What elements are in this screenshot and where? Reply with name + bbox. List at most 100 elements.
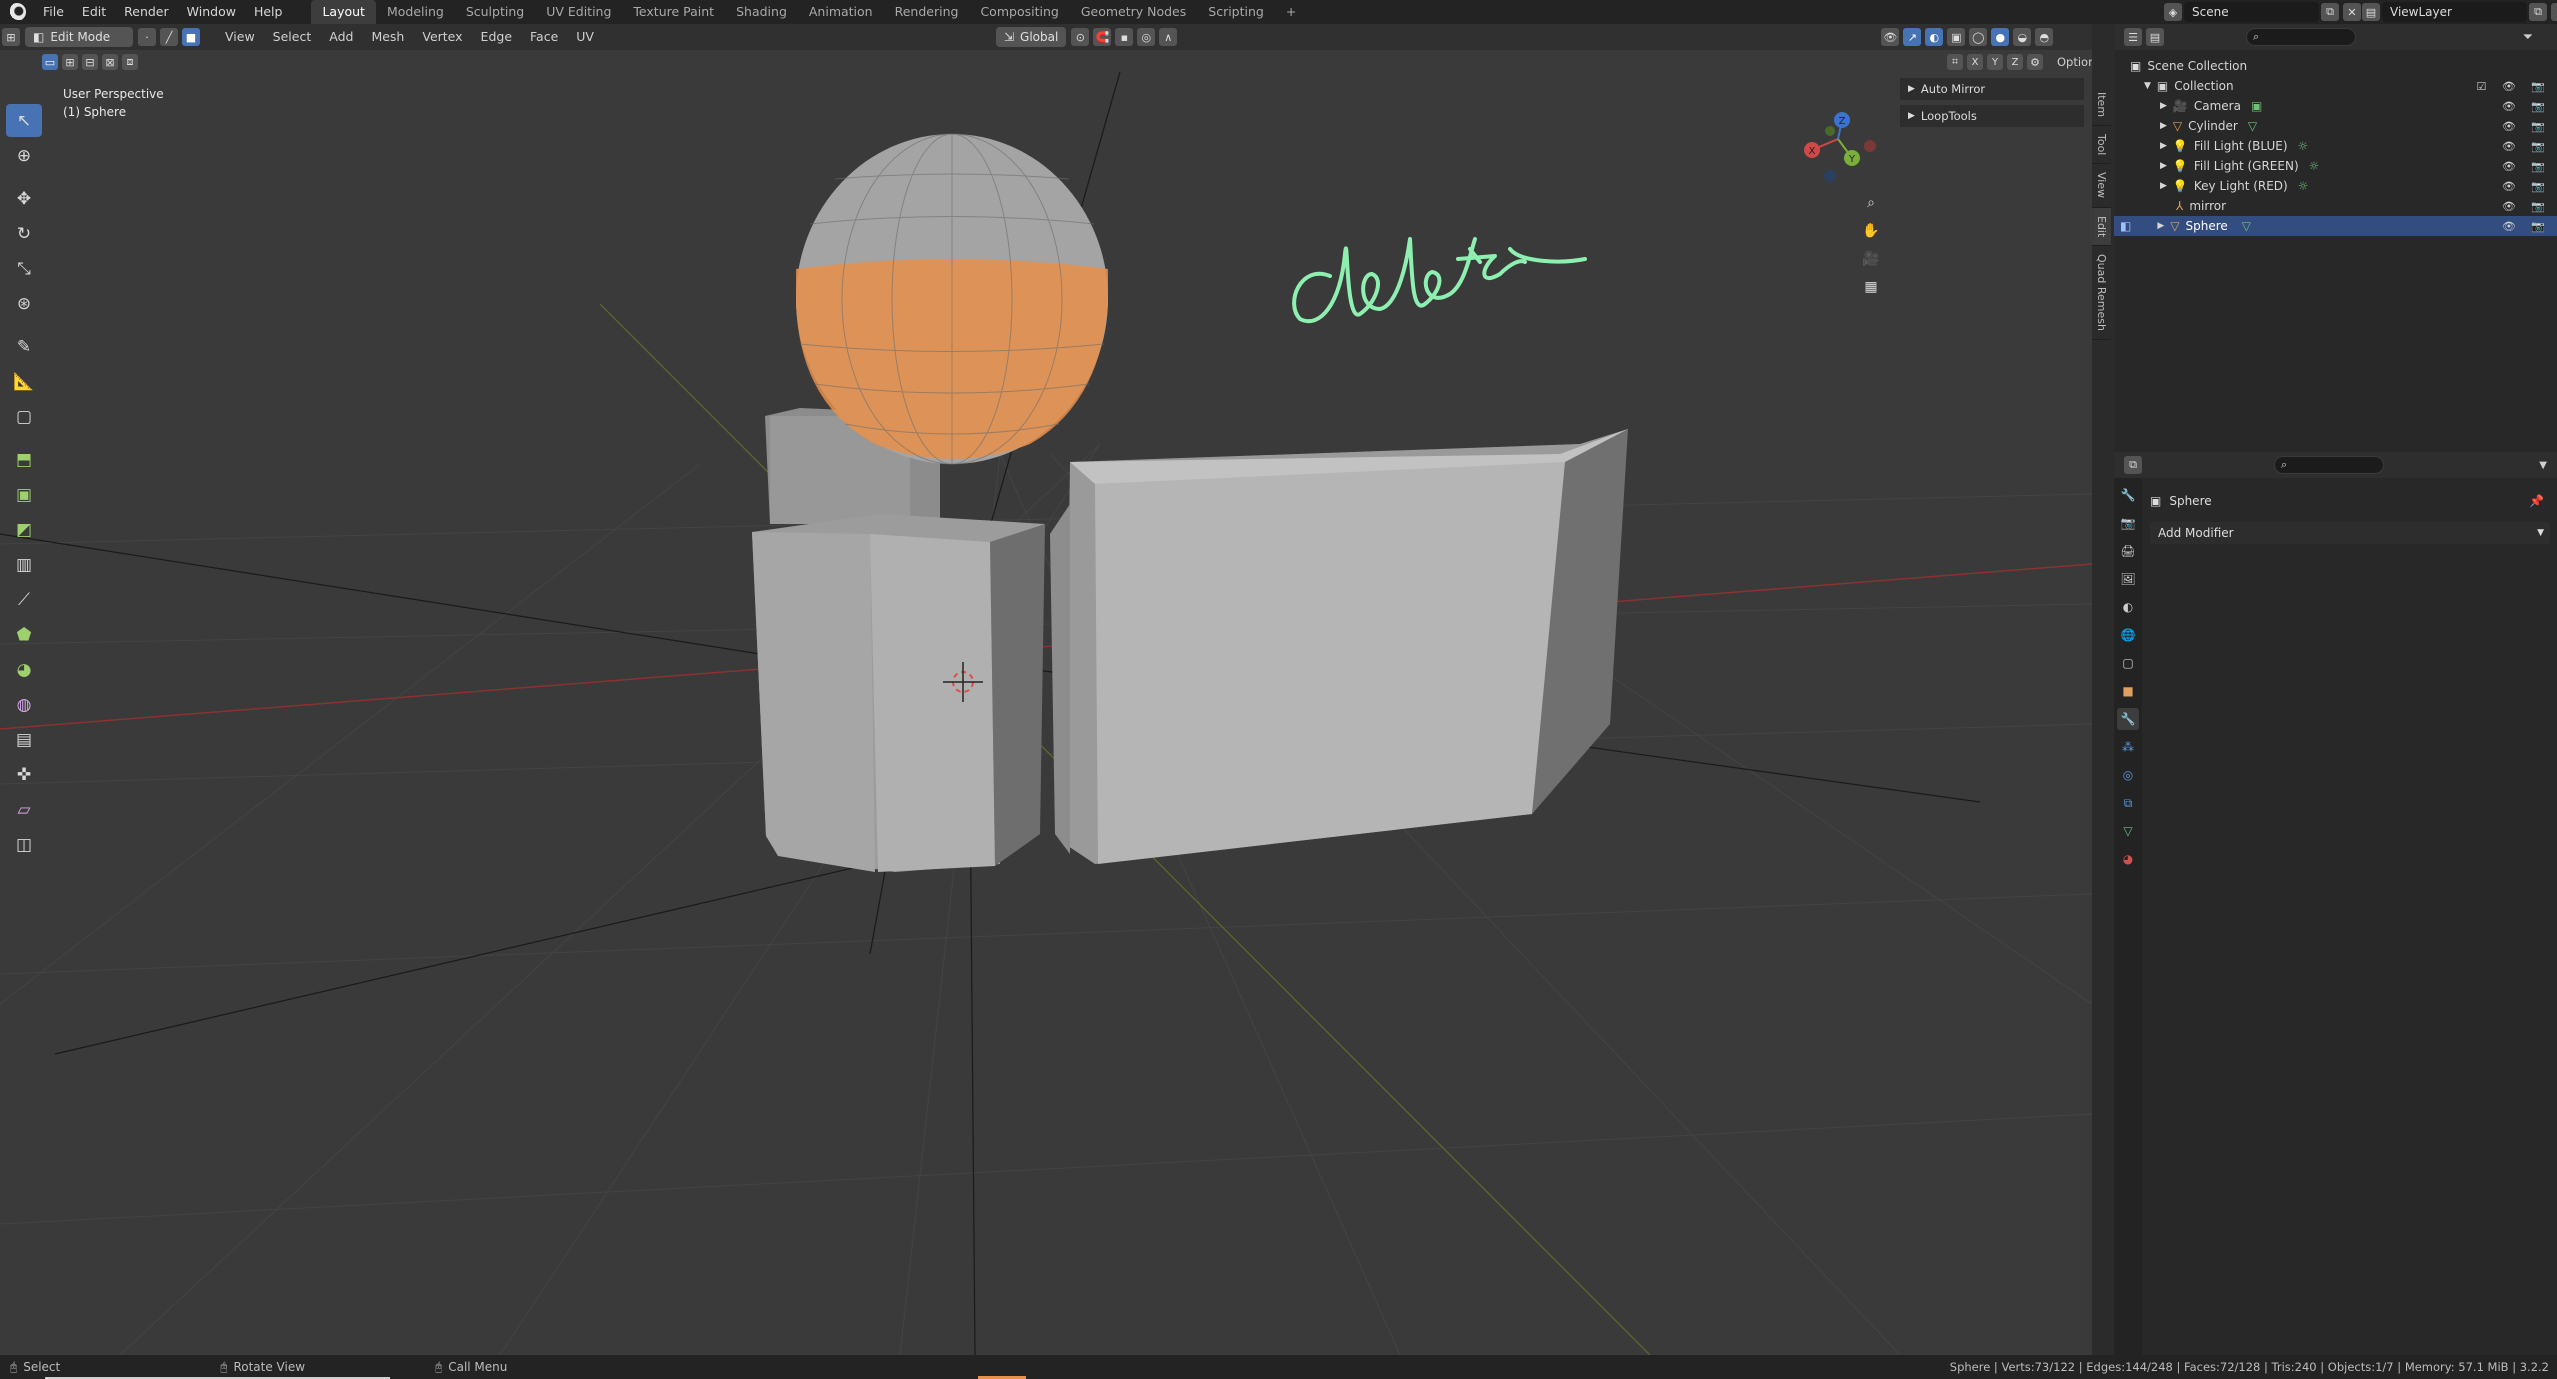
tab-geometry-nodes[interactable]: Geometry Nodes [1070,0,1197,24]
shear-icon[interactable]: ▱ [6,793,42,826]
expand-arrow-icon[interactable]: ▶ [2160,101,2167,111]
edge-select-icon[interactable]: ╱ [160,28,178,46]
ortho-toggle-icon[interactable]: ▦ [1858,274,1884,300]
visibility-toggles[interactable]: 👁 📷 [2502,120,2551,133]
visibility-icon[interactable]: 👁 [1881,28,1900,46]
mesh-data-icon[interactable]: ▽ [2242,219,2251,233]
add-cube-icon[interactable]: ▢ [6,400,42,433]
auto-mirror-panel[interactable]: ▶ Auto Mirror [1900,78,2084,100]
axis-x-toggle[interactable]: X [1967,54,1983,70]
menu-view[interactable]: View [216,24,264,50]
xray-icon[interactable]: ▣ [1947,28,1966,46]
add-modifier-dropdown[interactable]: Add Modifier ▼ [2150,522,2550,544]
solid-shading-icon[interactable]: ● [1991,28,2010,46]
display-mode-icon[interactable]: ▤ [2146,28,2164,46]
light-data-icon[interactable]: ☼ [2298,179,2309,193]
add-workspace-button[interactable]: + [1275,0,1307,24]
mesh-options-icon[interactable]: ⚙ [2027,54,2043,70]
transform-orientation-dropdown[interactable]: ⇲ Global [995,27,1067,47]
visibility-toggles[interactable]: 👁 📷 [2502,100,2551,113]
select-invert-icon[interactable]: ⊠ [102,54,118,70]
3d-viewport[interactable]: ⊞ ◧ Edit Mode · ╱ ■ View Select Add Mesh… [0,24,2092,1355]
tab-edit[interactable]: Edit [2092,207,2111,246]
light-data-icon[interactable]: ☼ [2298,139,2309,153]
outliner-search-input[interactable]: ⌕ [2246,28,2356,46]
mode-selector[interactable]: ◧ Edit Mode [25,27,133,47]
proportional-edit-icon[interactable]: ◎ [1137,28,1156,46]
annotate-icon[interactable]: ✎ [6,330,42,363]
collection-row[interactable]: ▼ ▣ Collection ☑ 👁 📷 [2114,76,2557,96]
poly-build-icon[interactable]: ⬟ [6,618,42,651]
tool-settings-icon[interactable]: 🔧 [2117,484,2139,506]
outliner-editor-icon[interactable]: ☰ [2124,28,2142,46]
gizmo-toggle-icon[interactable]: ↗ [1903,28,1922,46]
overlay-toggle-icon[interactable]: ◐ [1925,28,1944,46]
light-data-icon[interactable]: ☼ [2309,159,2320,173]
camera-view-icon[interactable]: 🎥 [1858,246,1884,272]
tab-quad-remesh[interactable]: Quad Remesh [2092,246,2111,340]
tab-scripting[interactable]: Scripting [1197,0,1275,24]
properties-editor-icon[interactable]: ⧉ [2124,456,2142,474]
physics-icon[interactable]: ◎ [2117,764,2139,786]
tab-shading[interactable]: Shading [725,0,798,24]
expand-arrow-icon[interactable]: ▶ [2160,181,2167,191]
expand-arrow-icon[interactable]: ▶ [2160,161,2167,171]
select-subtract-icon[interactable]: ⊟ [82,54,98,70]
select-box-icon[interactable]: ↖ [6,104,42,137]
pan-hand-icon[interactable]: ✋ [1858,218,1884,244]
tab-uv-editing[interactable]: UV Editing [535,0,622,24]
expand-arrow-icon[interactable]: ▶ [2157,221,2164,231]
extrude-icon[interactable]: ⬒ [6,443,42,476]
viewport-scene[interactable] [0,24,2092,1355]
select-extend-icon[interactable]: ⊞ [62,54,78,70]
visibility-toggles[interactable]: 👁 📷 [2502,220,2551,233]
tab-layout[interactable]: Layout [311,0,376,24]
menu-window[interactable]: Window [178,0,245,24]
knife-icon[interactable]: ⟋ [6,583,42,616]
outliner-item-fill-light-green[interactable]: ▶ 💡 Fill Light (GREEN) ☼ 👁 📷 [2114,156,2557,176]
pivot-point-icon[interactable]: ⊙ [1071,28,1090,46]
measure-icon[interactable]: 📐 [6,365,42,398]
delete-scene-icon[interactable]: ✕ [2343,3,2361,21]
camera-data-icon[interactable]: ▣ [2251,99,2262,113]
editor-type-icon[interactable]: ⊞ [2,28,20,46]
constraints-icon[interactable]: ⧉ [2117,792,2139,814]
modifier-wrench-icon[interactable]: 🔧 [2117,708,2139,730]
new-view-layer-icon[interactable]: ⧉ [2529,3,2547,21]
new-scene-icon[interactable]: ⧉ [2321,3,2339,21]
falloff-icon[interactable]: ∧ [1159,28,1178,46]
tab-tool[interactable]: Tool [2092,126,2111,165]
output-icon[interactable]: 🖨 [2117,540,2139,562]
scene-name[interactable]: Scene [2184,2,2319,22]
smooth-icon[interactable]: ◍ [6,688,42,721]
snap-target-icon[interactable]: ▪ [1115,28,1134,46]
tab-modeling[interactable]: Modeling [376,0,455,24]
sphere-object[interactable] [796,133,1108,465]
rotate-icon[interactable]: ↻ [6,217,42,250]
menu-add[interactable]: Add [320,24,362,50]
scale-icon[interactable]: ⤡ [6,252,42,285]
particles-icon[interactable]: ⁂ [2117,736,2139,758]
tab-sculpting[interactable]: Sculpting [455,0,535,24]
menu-file[interactable]: File [34,0,73,24]
properties-search-input[interactable]: ⌕ [2274,456,2384,474]
menu-help[interactable]: Help [245,0,292,24]
tab-texture-paint[interactable]: Texture Paint [622,0,725,24]
collection-icon[interactable]: ▢ [2117,652,2139,674]
menu-face[interactable]: Face [521,24,567,50]
menu-edge[interactable]: Edge [472,24,521,50]
expand-arrow-icon[interactable]: ▼ [2144,81,2151,91]
select-new-icon[interactable]: ▭ [42,54,58,70]
cylinder-front[interactable] [752,514,1045,872]
edge-slide-icon[interactable]: ▤ [6,723,42,756]
face-select-icon[interactable]: ■ [182,28,200,46]
object-icon[interactable]: ■ [2117,680,2139,702]
mirror-box[interactable] [1050,429,1628,864]
menu-edit[interactable]: Edit [73,0,115,24]
menu-mesh[interactable]: Mesh [362,24,413,50]
tab-animation[interactable]: Animation [798,0,884,24]
outliner-item-key-light-red[interactable]: ▶ 💡 Key Light (RED) ☼ 👁 📷 [2114,176,2557,196]
view-layer-selector[interactable]: ▤ ViewLayer ⧉ ✕ [2360,2,2557,22]
snap-icon[interactable]: 🧲 [1093,28,1112,46]
transform-icon[interactable]: ⊛ [6,287,42,320]
